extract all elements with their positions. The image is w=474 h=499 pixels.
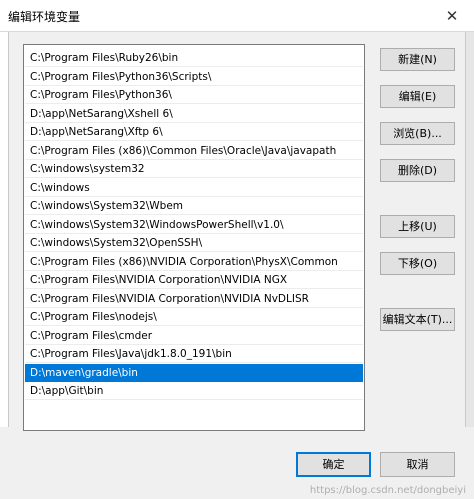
path-list-item[interactable]: D:\app\NetSarang\Xftp 6\ [25,123,363,141]
move-up-button[interactable]: 上移(U) [380,215,455,238]
background-window-right-edge [465,32,474,427]
edit-text-button[interactable]: 编辑文本(T)... [380,308,455,331]
close-icon: ✕ [445,6,459,25]
path-list-item[interactable]: C:\Program Files (x86)\NVIDIA Corporatio… [25,253,363,271]
background-window-left-edge [0,32,9,427]
path-list-item[interactable]: C:\windows\System32\OpenSSH\ [25,234,363,252]
path-list-item[interactable]: D:\app\NetSarang\Xshell 6\ [25,105,363,123]
title-divider [0,31,474,32]
path-list-item[interactable]: C:\windows [25,179,363,197]
path-list-item[interactable]: C:\Program Files\Python36\Scripts\ [25,68,363,86]
path-list-item[interactable]: C:\Program Files\Java\jdk1.8.0_191\bin [25,345,363,363]
edit-button[interactable]: 编辑(E) [380,85,455,108]
path-list-item[interactable]: D:\maven\gradle\bin [25,363,363,382]
close-button[interactable]: ✕ [430,0,474,31]
path-list-item[interactable]: C:\windows\System32\WindowsPowerShell\v1… [25,216,363,234]
path-list[interactable]: C:\Program Files\Ruby26\bin C:\Program Fi… [23,44,365,431]
path-list-item[interactable]: C:\windows\system32 [25,160,363,178]
new-button[interactable]: 新建(N) [380,48,455,71]
watermark: https://blog.csdn.net/dongbeiyi [309,485,466,496]
path-list-item[interactable]: C:\Program Files\NVIDIA Corporation\NVID… [25,290,363,308]
path-list-item[interactable]: C:\Program Files\Python36\ [25,86,363,104]
cancel-button[interactable]: 取消 [380,452,455,477]
window-title: 编辑环境变量 [8,10,81,24]
path-list-item[interactable]: C:\Program Files\Ruby26\bin [25,49,363,67]
path-list-item[interactable]: C:\Program Files\cmder [25,327,363,345]
delete-button[interactable]: 删除(D) [380,159,455,182]
title-bar: 编辑环境变量 ✕ [0,0,474,31]
move-down-button[interactable]: 下移(O) [380,252,455,275]
path-list-item[interactable]: D:\app\Git\bin [25,382,363,400]
edit-env-var-dialog: 编辑环境变量 ✕ C:\Program Files\Ruby26\bin C:\P… [0,0,474,499]
path-list-item[interactable]: C:\Program Files (x86)\Common Files\Orac… [25,142,363,160]
path-list-item[interactable]: C:\Program Files\nodejs\ [25,308,363,326]
browse-button[interactable]: 浏览(B)... [380,122,455,145]
path-list-item[interactable]: C:\windows\System32\Wbem [25,197,363,215]
path-list-item[interactable]: C:\Program Files\NVIDIA Corporation\NVID… [25,271,363,289]
ok-button[interactable]: 确定 [296,452,371,477]
